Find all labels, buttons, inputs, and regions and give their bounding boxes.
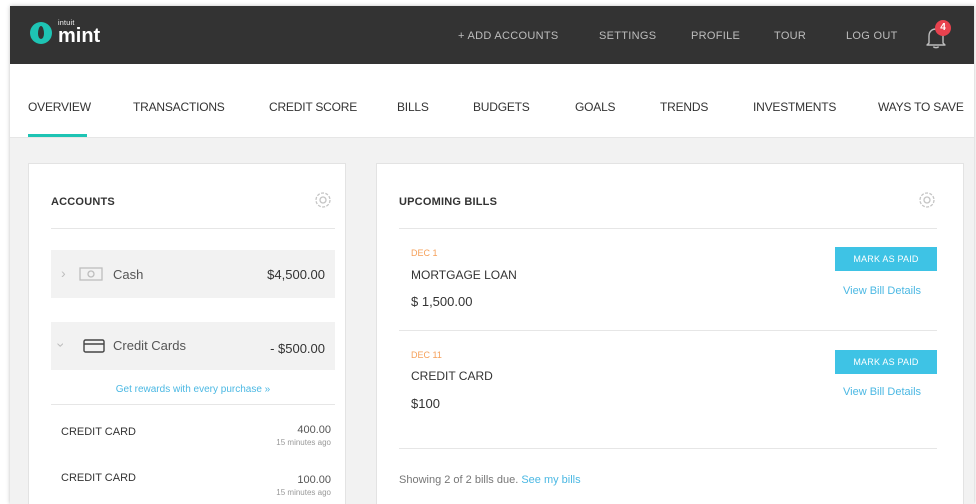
notification-badge[interactable]: 4 [935,20,951,36]
cash-amount: $4,500.00 [267,267,325,282]
divider [399,228,937,229]
credit-card-item-amount: 400.00 [297,424,331,436]
tab-overview[interactable]: OVERVIEW [28,100,91,114]
divider [51,228,335,229]
tour-link[interactable]: TOUR [774,30,806,42]
mint-logo[interactable]: intuit mint [30,20,100,46]
accounts-panel: ACCOUNTS › Cash $4,500.00 › Credit Cards… [28,163,346,504]
divider [399,448,937,449]
cash-icon [79,267,103,281]
credit-card-icon [83,339,105,353]
tab-credit-score[interactable]: CREDIT SCORE [269,100,357,114]
mark-as-paid-button[interactable]: MARK AS PAID [835,350,937,374]
chevron-down-icon: › [53,342,70,348]
tab-trends[interactable]: TRENDS [660,100,708,114]
accounts-gear-icon[interactable] [313,190,333,210]
bill-date: DEC 1 [411,248,438,258]
app-window: intuit mint + ADD ACCOUNTS SETTINGS PROF… [10,6,974,504]
chevron-right-icon: › [61,265,66,281]
bill-name: CREDIT CARD [411,369,493,383]
view-bill-details-link[interactable]: View Bill Details [843,386,921,398]
bill-date: DEC 11 [411,350,442,360]
divider [399,330,937,331]
tab-investments[interactable]: INVESTMENTS [753,100,836,114]
credit-card-item-amount: 100.00 [297,474,331,486]
credit-cards-label: Credit Cards [113,338,186,353]
settings-link[interactable]: SETTINGS [599,30,656,42]
credit-card-item-updated: 15 minutes ago [276,488,331,497]
profile-link[interactable]: PROFILE [691,30,740,42]
bill-amount: $ 1,500.00 [411,294,473,309]
accounts-title: ACCOUNTS [51,196,115,208]
add-accounts-link[interactable]: + ADD ACCOUNTS [458,30,558,42]
tab-budgets[interactable]: BUDGETS [473,100,530,114]
credit-card-item-name: CREDIT CARD [61,472,136,484]
tab-goals[interactable]: GOALS [575,100,616,114]
logo-mint-text: mint [58,25,101,47]
mark-as-paid-button[interactable]: MARK AS PAID [835,247,937,271]
top-bar: intuit mint + ADD ACCOUNTS SETTINGS PROF… [10,6,974,64]
account-row-cash[interactable]: › Cash $4,500.00 [51,250,335,298]
cash-label: Cash [113,267,144,282]
rewards-link[interactable]: Get rewards with every purchase » [51,384,335,395]
tab-transactions[interactable]: TRANSACTIONS [133,100,225,114]
see-my-bills-link[interactable]: See my bills [521,474,580,486]
mint-leaf-icon [30,22,52,44]
credit-card-item-name: CREDIT CARD [61,426,136,438]
tab-bills[interactable]: BILLS [397,100,429,114]
main-tabs: OVERVIEW TRANSACTIONS CREDIT SCORE BILLS… [10,64,974,138]
bill-name: MORTGAGE LOAN [411,268,517,282]
active-tab-indicator [28,134,87,137]
bills-footer-text: Showing 2 of 2 bills due. [399,474,519,486]
logout-link[interactable]: LOG OUT [846,30,898,42]
credit-card-item-updated: 15 minutes ago [276,438,331,447]
tab-ways-to-save[interactable]: WAYS TO SAVE [878,100,964,114]
divider [51,404,335,405]
view-bill-details-link[interactable]: View Bill Details [843,285,921,297]
bill-amount: $100 [411,396,440,411]
upcoming-bills-panel: UPCOMING BILLS DEC 1 MORTGAGE LOAN $ 1,5… [376,163,964,504]
credit-cards-amount: - $500.00 [270,341,325,356]
account-row-credit-cards[interactable]: › Credit Cards - $500.00 [51,322,335,370]
bills-gear-icon[interactable] [917,190,937,210]
bills-footer: Showing 2 of 2 bills due. See my bills [399,474,581,486]
upcoming-bills-title: UPCOMING BILLS [399,196,498,208]
